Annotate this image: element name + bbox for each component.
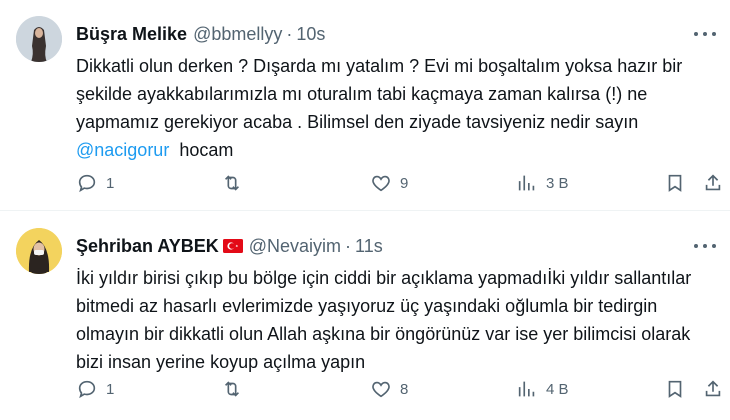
author-handle[interactable]: @bbmellyy — [193, 24, 282, 45]
timestamp[interactable]: 11s — [355, 236, 383, 257]
views-button[interactable]: 4 B — [516, 374, 569, 404]
share-button[interactable] — [702, 374, 724, 404]
tweet-header: Büşra Melike @bbmellyy · 10s — [76, 22, 325, 46]
timestamp[interactable]: 10s — [296, 24, 325, 45]
more-icon[interactable] — [694, 26, 716, 42]
views-button[interactable]: 3 B — [516, 168, 569, 198]
bookmark-button[interactable] — [664, 168, 686, 198]
views-icon — [518, 175, 535, 191]
avatar[interactable] — [16, 228, 62, 274]
action-bar: 1 8 4 B — [76, 374, 726, 404]
bookmark-button[interactable] — [664, 374, 686, 404]
repost-icon — [224, 175, 240, 191]
views-count: 3 B — [546, 174, 569, 192]
share-icon — [705, 380, 721, 397]
more-icon[interactable] — [694, 238, 716, 254]
author-handle[interactable]: @Nevaiyim — [249, 236, 341, 257]
tweet-text-tail: hocam — [169, 140, 234, 160]
repost-button[interactable] — [221, 168, 251, 198]
repost-icon — [224, 381, 240, 397]
like-button[interactable]: 8 — [370, 374, 408, 404]
reply-button[interactable]: 1 — [76, 374, 114, 404]
reply-count: 1 — [106, 380, 115, 398]
repost-button[interactable] — [221, 374, 251, 404]
avatar-image — [16, 16, 62, 62]
share-button[interactable] — [702, 168, 724, 198]
tweet-text: Dikkatli olun derken ? Dışarda mı yatalı… — [76, 52, 716, 164]
reply-button[interactable]: 1 — [76, 168, 114, 198]
views-icon — [518, 381, 535, 397]
avatar[interactable] — [16, 16, 62, 62]
author-name[interactable]: Büşra Melike — [76, 24, 187, 45]
separator-dot: · — [286, 23, 293, 44]
bookmark-icon — [668, 174, 682, 192]
bookmark-icon — [668, 380, 682, 398]
like-count: 9 — [400, 174, 409, 192]
author-name[interactable]: Şehriban AYBEK — [76, 236, 219, 257]
like-count: 8 — [400, 380, 409, 398]
reply-count: 1 — [106, 174, 115, 192]
tweet-text: İki yıldır birisi çıkıp bu bölge için ci… — [76, 268, 697, 372]
share-icon — [705, 174, 721, 191]
tweet-header: Şehriban AYBEK @Nevaiyim · 11s — [76, 234, 383, 258]
turkey-flag-icon — [222, 239, 243, 253]
divider — [0, 210, 730, 211]
like-button[interactable]: 9 — [370, 168, 408, 198]
separator-dot: · — [345, 235, 352, 256]
tweet-text-body: Dikkatli olun derken ? Dışarda mı yatalı… — [76, 56, 683, 132]
reply-icon — [78, 174, 96, 193]
like-icon — [372, 175, 390, 192]
avatar-image — [16, 228, 62, 274]
like-icon — [372, 381, 390, 398]
views-count: 4 B — [546, 380, 569, 398]
action-bar: 1 9 3 B — [76, 168, 726, 198]
mention-link[interactable]: @nacigorur — [76, 140, 169, 160]
reply-icon — [78, 380, 96, 399]
tweet[interactable]: Şehriban AYBEK @Nevaiyim · 11s İki yıldı… — [0, 212, 730, 420]
tweet[interactable]: Büşra Melike @bbmellyy · 10s Dikkatli ol… — [0, 0, 730, 210]
